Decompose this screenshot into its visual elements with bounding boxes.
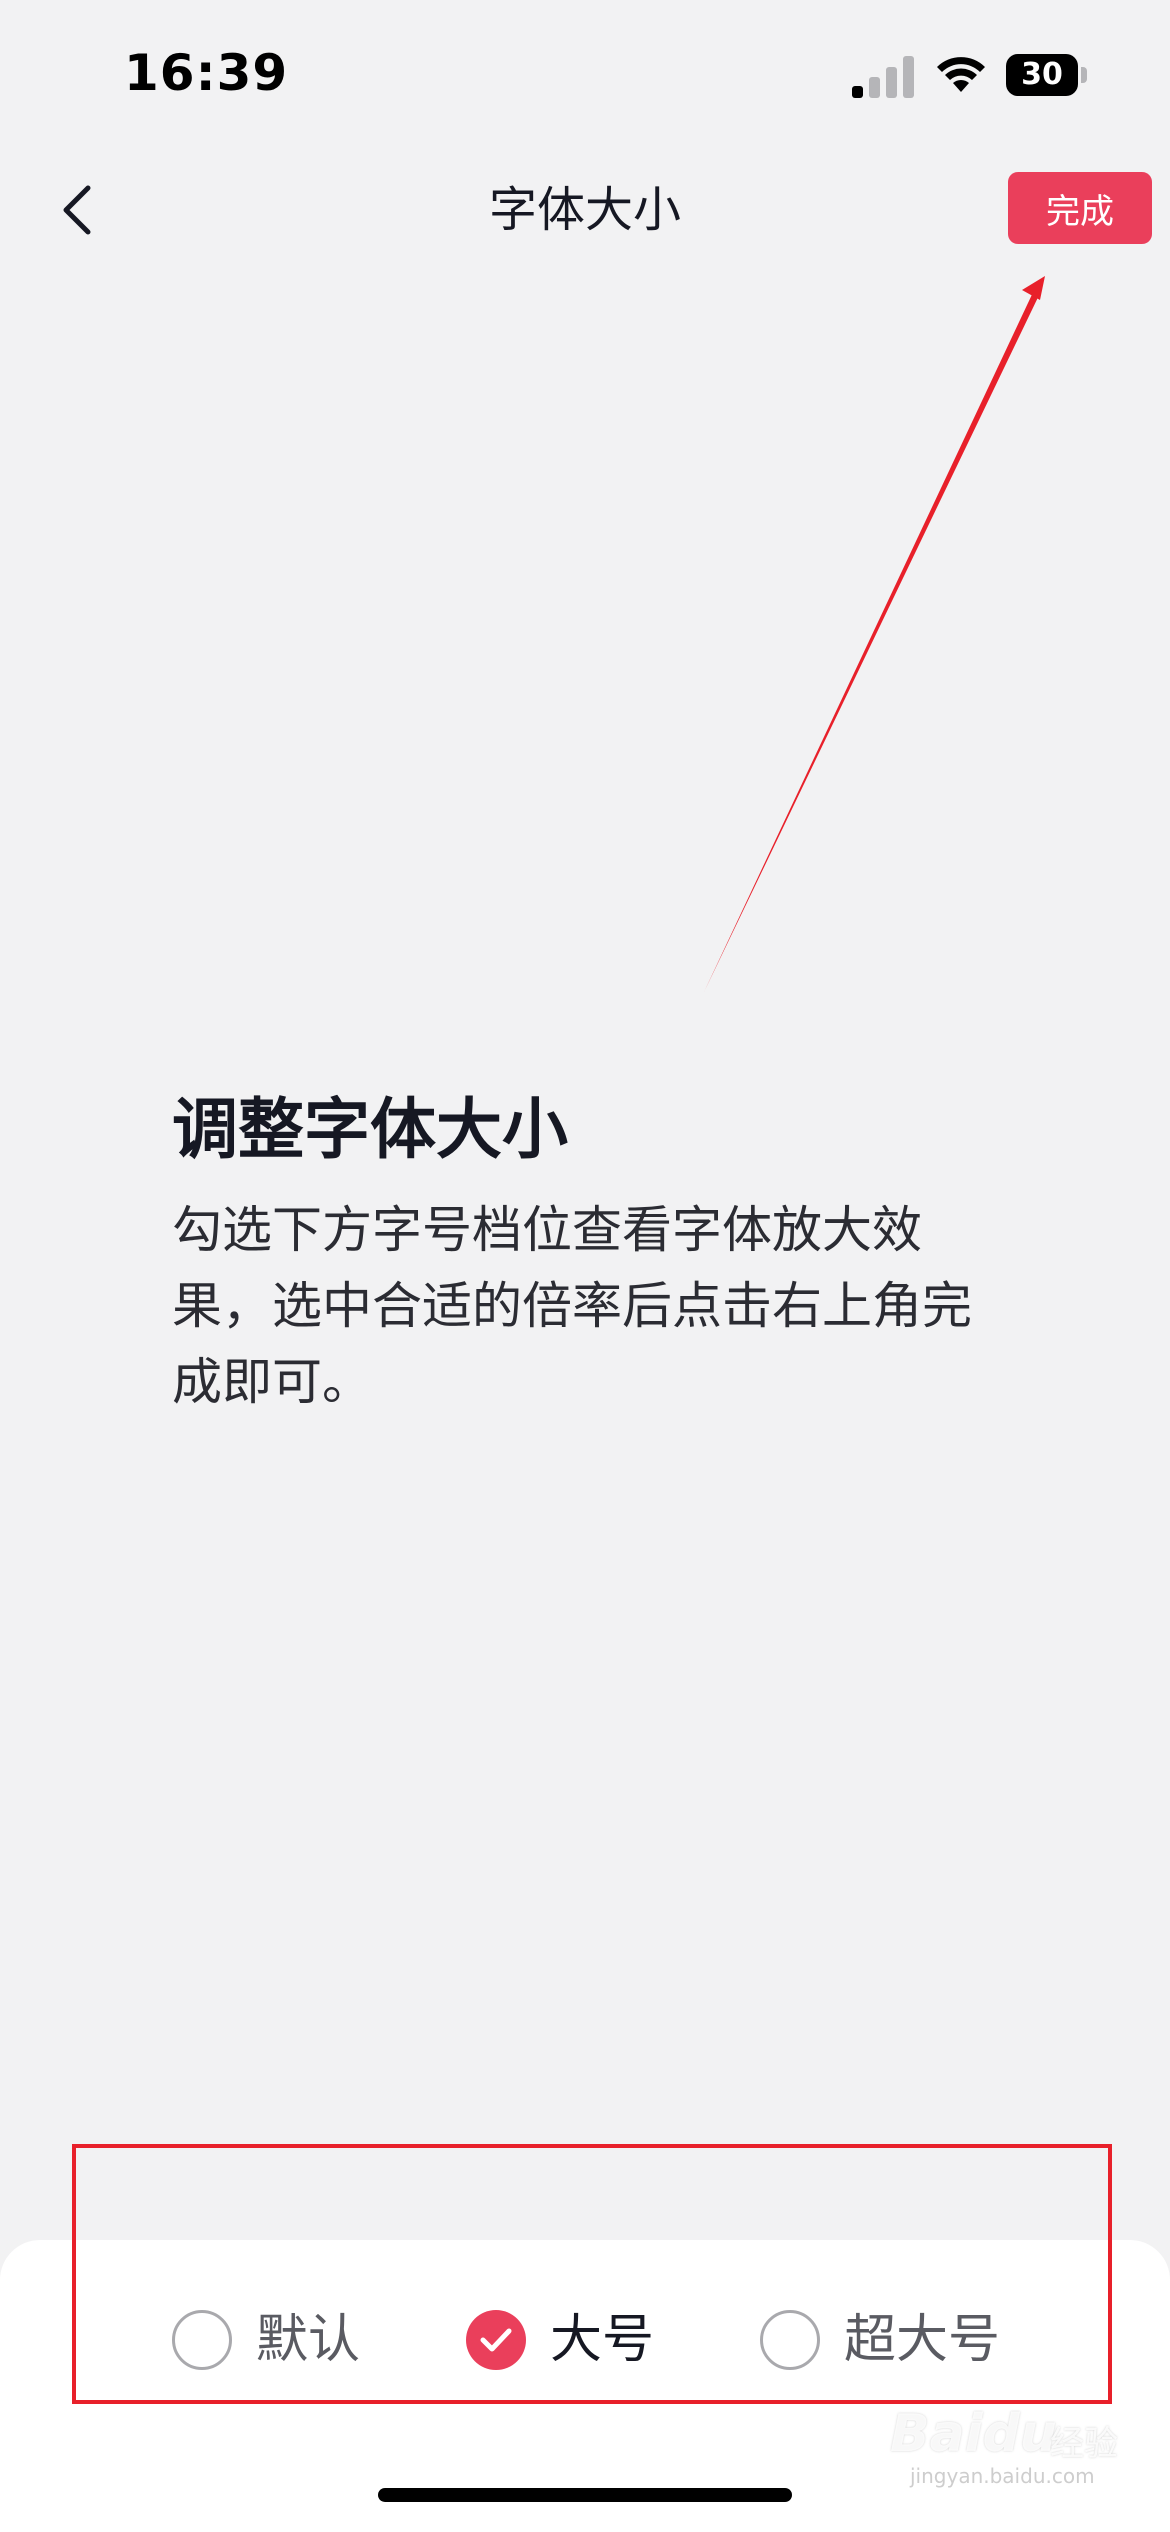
option-label: 超大号: [844, 2310, 1001, 2370]
battery-level: 30: [1006, 54, 1078, 96]
option-label: 大号: [550, 2310, 655, 2370]
intro-section: 调整字体大小 勾选下方字号档位查看字体放大效果，选中合适的倍率后点击右上角完成即…: [172, 1080, 1022, 1420]
home-indicator[interactable]: [378, 2488, 792, 2502]
radio-unchecked-icon[interactable]: [172, 2310, 232, 2370]
battery-icon: 30: [1006, 54, 1088, 96]
radio-checked-icon[interactable]: [466, 2310, 526, 2370]
option-label: 默认: [256, 2310, 361, 2370]
radio-unchecked-icon[interactable]: [760, 2310, 820, 2370]
chevron-left-icon: [63, 185, 91, 235]
nav-bar: 字体大小 完成: [0, 150, 1170, 270]
status-time: 16:39: [124, 44, 289, 102]
page-title: 字体大小: [488, 182, 681, 238]
wifi-icon: [937, 57, 985, 92]
checkmark-icon: [480, 2328, 512, 2352]
back-button[interactable]: [40, 170, 120, 250]
intro-description: 勾选下方字号档位查看字体放大效果，选中合适的倍率后点击右上角完成即可。: [172, 1201, 972, 1411]
intro-title: 调整字体大小: [172, 1091, 568, 1168]
status-bar: 16:39 30: [0, 0, 1170, 150]
cellular-signal-icon: [852, 56, 914, 98]
done-button[interactable]: 完成: [1008, 172, 1152, 244]
battery-cap: [1081, 67, 1087, 83]
